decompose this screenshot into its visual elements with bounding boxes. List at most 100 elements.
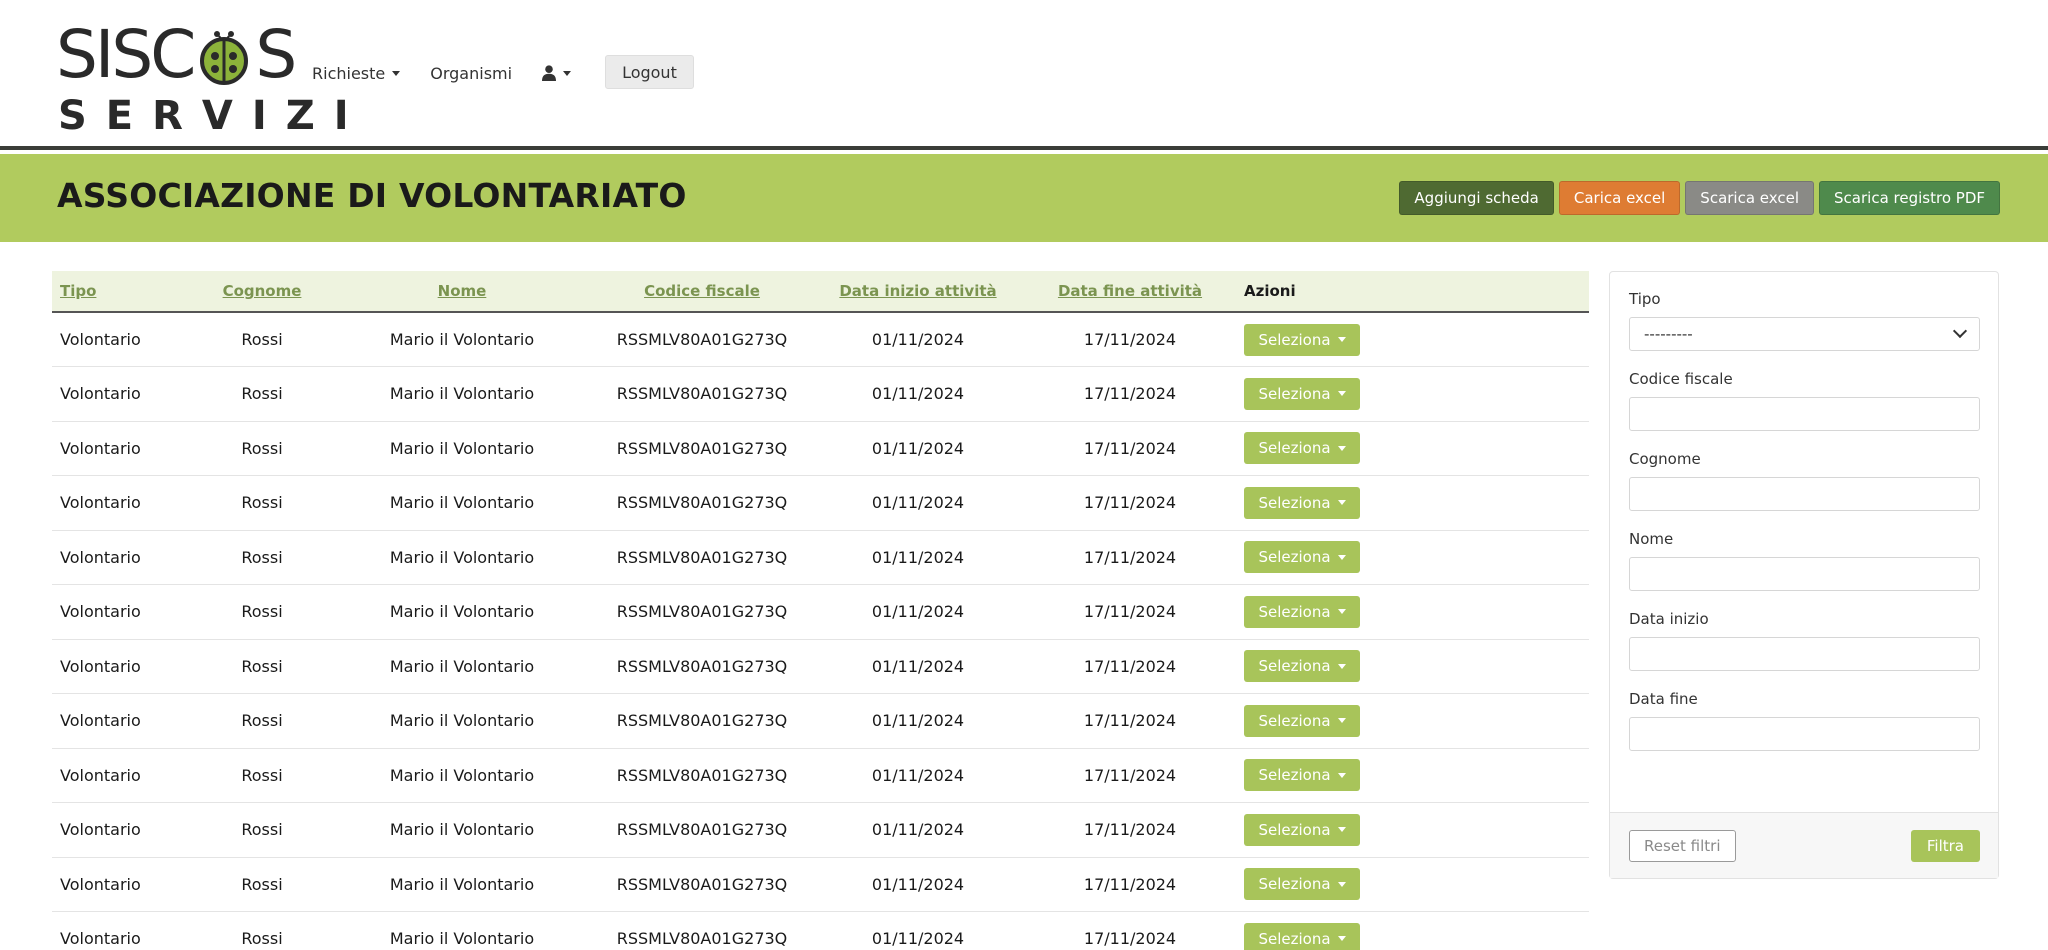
nav-richieste-dropdown[interactable]: Richieste: [312, 64, 401, 83]
filter-tipo-field: Tipo ---------: [1629, 290, 1980, 351]
cell-codice-fiscale: RSSMLV80A01G273Q: [616, 384, 788, 404]
table-row: Volontario Rossi Mario il Volontario RSSMLV…: [52, 585, 1589, 640]
caret-down-icon: [1337, 500, 1346, 506]
caret-down-icon: [1337, 554, 1346, 560]
column-header-data-fine[interactable]: Data fine attività: [1024, 271, 1236, 313]
column-header-tipo[interactable]: Tipo: [52, 271, 192, 313]
filter-inizio-input[interactable]: [1629, 637, 1980, 671]
cell-data-inizio: 01/11/2024: [871, 384, 965, 404]
table-row: Volontario Rossi Mario il Volontario RSSMLV…: [52, 476, 1589, 531]
cell-azioni: Seleziona: [1236, 585, 1589, 640]
cell-codice-fiscale: RSSMLV80A01G273Q: [616, 929, 788, 949]
caret-down-icon: [392, 70, 401, 76]
table-body: Volontario Rossi Mario il Volontario RSSMLV…: [52, 312, 1589, 950]
select-action-dropdown[interactable]: Seleziona: [1244, 704, 1360, 737]
caret-down-icon: [1337, 391, 1346, 397]
table-row: Volontario Rossi Mario il Volontario RSSMLV…: [52, 694, 1589, 749]
select-action-dropdown[interactable]: Seleziona: [1244, 377, 1360, 410]
chevron-down-icon: [1952, 323, 1968, 339]
download-pdf-register-button[interactable]: Scarica registro PDF: [1819, 181, 2000, 215]
reset-filters-button[interactable]: Reset filtri: [1629, 829, 1736, 862]
page-title: ASSOCIAZIONE DI VOLONTARIATO: [57, 176, 687, 215]
caret-down-icon: [1337, 445, 1346, 451]
top-navbar: SISC S SERVIZI Richieste Organismi Logou…: [0, 0, 2048, 150]
table-row: Volontario Rossi Mario il Volontario RSSMLV…: [52, 857, 1589, 912]
cell-azioni: Seleziona: [1236, 748, 1589, 803]
cell-cognome: Rossi: [241, 874, 283, 894]
cell-codice-fiscale: RSSMLV80A01G273Q: [616, 493, 788, 513]
select-action-dropdown[interactable]: Seleziona: [1244, 432, 1360, 465]
table-row: Volontario Rossi Mario il Volontario RSSMLV…: [52, 912, 1589, 950]
cell-nome: Mario il Volontario: [389, 929, 535, 949]
cell-nome: Mario il Volontario: [389, 547, 535, 567]
caret-down-icon: [1337, 827, 1346, 833]
select-action-dropdown[interactable]: Seleziona: [1244, 541, 1360, 574]
filter-cognome-input[interactable]: [1629, 477, 1980, 511]
column-header-nome[interactable]: Nome: [332, 271, 592, 313]
cell-codice-fiscale: RSSMLV80A01G273Q: [616, 547, 788, 567]
filter-panel: Tipo --------- Codice fiscale Cognome No…: [1609, 271, 1999, 879]
add-record-button[interactable]: Aggiungi scheda: [1399, 181, 1554, 215]
user-menu-dropdown[interactable]: [542, 65, 572, 81]
cell-nome: Mario il Volontario: [389, 765, 535, 785]
cell-tipo: Volontario: [60, 765, 141, 785]
cell-cognome: Rossi: [241, 711, 283, 731]
column-header-codice-fiscale[interactable]: Codice fiscale: [592, 271, 812, 313]
volunteers-table-container: Tipo Cognome Nome Codice fiscale Data in…: [52, 271, 1589, 950]
cell-cognome: Rossi: [241, 438, 283, 458]
filter-codice-input[interactable]: [1629, 397, 1980, 431]
filter-nome-input[interactable]: [1629, 557, 1980, 591]
nav-organismi-link[interactable]: Organismi: [430, 64, 512, 83]
select-action-dropdown[interactable]: Seleziona: [1244, 759, 1360, 792]
cell-azioni: Seleziona: [1236, 694, 1589, 749]
cell-azioni: Seleziona: [1236, 476, 1589, 531]
caret-down-icon: [1337, 881, 1346, 887]
select-action-dropdown[interactable]: Seleziona: [1244, 486, 1360, 519]
cell-codice-fiscale: RSSMLV80A01G273Q: [616, 874, 788, 894]
cell-tipo: Volontario: [60, 493, 141, 513]
column-header-azioni: Azioni: [1236, 271, 1589, 313]
table-row: Volontario Rossi Mario il Volontario RSSMLV…: [52, 421, 1589, 476]
select-action-label: Seleziona: [1258, 493, 1331, 512]
cell-cognome: Rossi: [241, 330, 283, 349]
cell-nome: Mario il Volontario: [389, 656, 535, 676]
select-action-dropdown[interactable]: Seleziona: [1244, 868, 1360, 901]
caret-down-icon: [1337, 772, 1346, 778]
filter-fine-input[interactable]: [1629, 717, 1980, 751]
filter-fine-label: Data fine: [1629, 690, 1698, 708]
cell-nome: Mario il Volontario: [389, 384, 535, 404]
select-action-dropdown[interactable]: Seleziona: [1244, 323, 1360, 356]
select-action-dropdown[interactable]: Seleziona: [1244, 813, 1360, 846]
filter-inizio-field: Data inizio: [1629, 610, 1980, 671]
cell-tipo: Volontario: [60, 547, 141, 567]
cell-data-inizio: 01/11/2024: [871, 820, 965, 840]
select-action-dropdown[interactable]: Seleziona: [1244, 595, 1360, 628]
select-action-label: Seleziona: [1258, 384, 1331, 403]
logo-wordmark-top: SISC S: [56, 22, 297, 88]
cell-azioni: Seleziona: [1236, 912, 1589, 950]
select-action-label: Seleziona: [1258, 711, 1331, 730]
logout-button[interactable]: Logout: [605, 55, 694, 89]
siscos-logo[interactable]: SISC S SERVIZI: [56, 14, 349, 137]
table-row: Volontario Rossi Mario il Volontario RSSMLV…: [52, 639, 1589, 694]
cell-data-inizio: 01/11/2024: [871, 330, 965, 349]
select-action-label: Seleziona: [1258, 439, 1331, 458]
nav-organismi-label: Organismi: [430, 63, 513, 83]
cell-data-inizio: 01/11/2024: [871, 493, 965, 513]
filter-tipo-select[interactable]: ---------: [1629, 317, 1980, 351]
upload-excel-button[interactable]: Carica excel: [1558, 181, 1681, 215]
logo-wordmark-bottom: SERVIZI: [58, 93, 368, 139]
table-row: Volontario Rossi Mario il Volontario RSSMLV…: [52, 530, 1589, 585]
download-excel-button[interactable]: Scarica excel: [1685, 181, 1815, 215]
filter-nome-label: Nome: [1629, 530, 1674, 548]
cell-azioni: Seleziona: [1236, 367, 1589, 422]
table-row: Volontario Rossi Mario il Volontario RSSMLV…: [52, 312, 1589, 367]
column-header-cognome[interactable]: Cognome: [192, 271, 332, 313]
cell-tipo: Volontario: [60, 330, 141, 349]
select-action-dropdown[interactable]: Seleziona: [1244, 922, 1360, 950]
cell-cognome: Rossi: [241, 820, 283, 840]
column-header-data-inizio[interactable]: Data inizio attività: [812, 271, 1024, 313]
select-action-dropdown[interactable]: Seleziona: [1244, 650, 1360, 683]
apply-filters-button[interactable]: Filtra: [1910, 829, 1980, 862]
cell-tipo: Volontario: [60, 438, 141, 458]
